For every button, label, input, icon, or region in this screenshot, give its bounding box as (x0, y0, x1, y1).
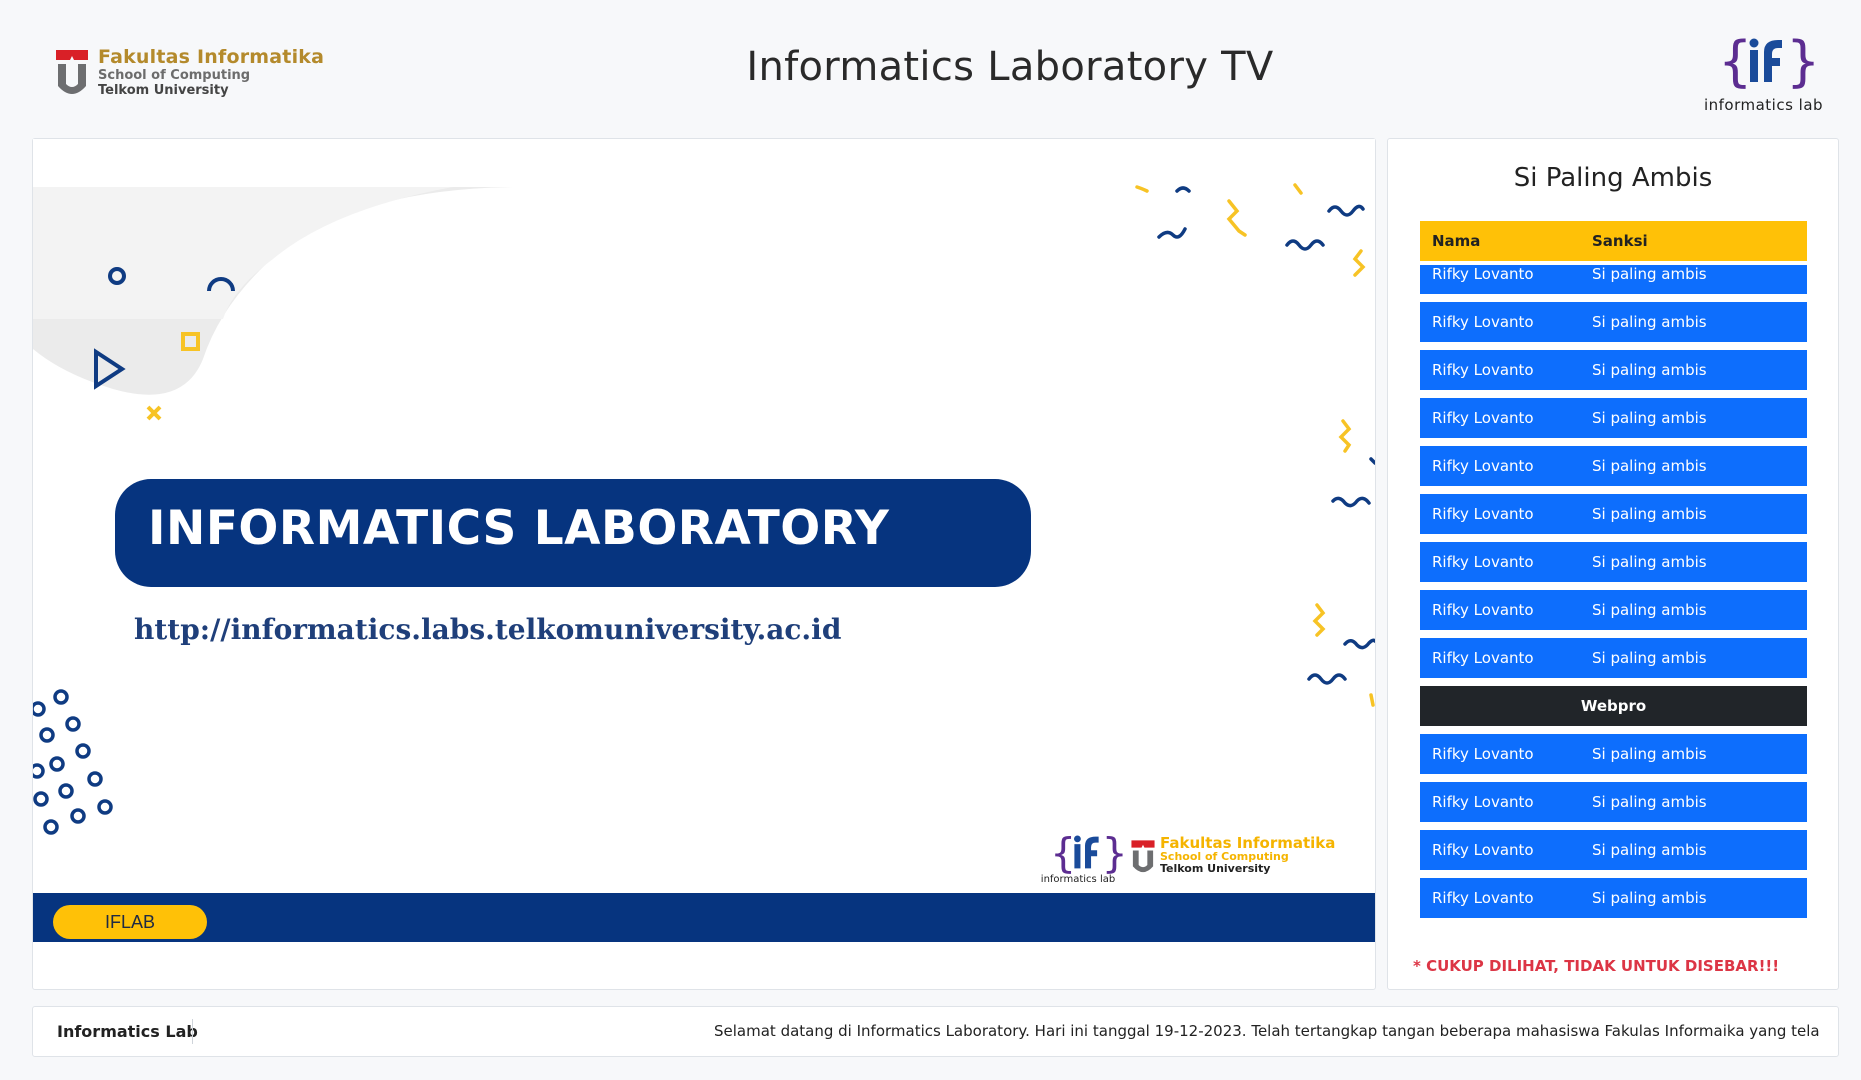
warning-text: * CUKUP DILIHAT, TIDAK UNTUK DISEBAR!!! (1413, 957, 1780, 975)
table-row: Rifky Lovanto Si paling ambis (1420, 542, 1807, 582)
cell-sanksi: Si paling ambis (1592, 601, 1707, 619)
cell-sanksi: Si paling ambis (1592, 313, 1707, 331)
page-title: Informatics Laboratory TV (746, 44, 1274, 90)
cell-nama: Rifky Lovanto (1432, 745, 1534, 763)
table-row: Rifky Lovanto Si paling ambis (1420, 782, 1807, 822)
table-row: Rifky Lovanto Si paling ambis (1420, 494, 1807, 534)
cell-nama: Rifky Lovanto (1432, 889, 1534, 907)
cell-sanksi: Si paling ambis (1592, 265, 1707, 283)
cell-sanksi: Si paling ambis (1592, 889, 1707, 907)
cell-nama: Rifky Lovanto (1432, 457, 1534, 475)
cell-sanksi: Si paling ambis (1592, 409, 1707, 427)
leaderboard-title: Si Paling Ambis (1513, 163, 1713, 193)
table-row: Rifky Lovanto Si paling ambis (1420, 302, 1807, 342)
table-row: Rifky Lovanto Si paling ambis (1420, 446, 1807, 486)
cell-nama: Rifky Lovanto (1432, 505, 1534, 523)
informatics-lab-logo: { } informatics lab (1696, 30, 1831, 120)
table-row: Rifky Lovanto Si paling ambis (1420, 638, 1807, 678)
cell-sanksi: Si paling ambis (1592, 457, 1707, 475)
cell-nama: Rifky Lovanto (1432, 361, 1534, 379)
svg-text:{: { (1718, 30, 1752, 93)
cell-sanksi: Si paling ambis (1592, 841, 1707, 859)
leaderboard-header: Nama Sanksi (1420, 221, 1807, 261)
iflab-pill: IFLAB (53, 905, 207, 939)
table-row: Rifky Lovanto Si paling ambis (1420, 350, 1807, 390)
cell-sanksi: Si paling ambis (1592, 745, 1707, 763)
cell-nama: Rifky Lovanto (1432, 265, 1534, 283)
if-logo-icon: { } (1718, 30, 1820, 93)
slide-fi-line3: Telkom University (1160, 862, 1271, 875)
slide-display: INFORMATICS LABORATORY http://informatic… (33, 139, 1375, 942)
slide-card: INFORMATICS LABORATORY http://informatic… (32, 138, 1376, 990)
news-ticker-text: Selamat datang di Informatics Laboratory… (714, 1022, 1820, 1040)
if-logo-caption: informatics lab (1703, 96, 1824, 114)
column-header-nama: Nama (1432, 232, 1481, 250)
table-row: Rifky Lovanto Si paling ambis (1420, 878, 1807, 918)
slide-telkom-logo-icon (1131, 840, 1155, 873)
cell-nama: Rifky Lovanto (1432, 793, 1534, 811)
footer-bar: Informatics Lab Selamat datang di Inform… (32, 1006, 1839, 1057)
table-row: Rifky Lovanto Si paling ambis (1420, 830, 1807, 870)
leaderboard-table-body[interactable]: Rifky Lovanto Si paling ambis Rifky Lovant… (1420, 265, 1807, 937)
cell-sanksi: Si paling ambis (1592, 361, 1707, 379)
cell-sanksi: Si paling ambis (1592, 793, 1707, 811)
svg-text:}: } (1102, 829, 1125, 877)
cell-sanksi: Si paling ambis (1592, 553, 1707, 571)
svg-text:{: { (1050, 829, 1076, 877)
cell-sanksi: Si paling ambis (1592, 505, 1707, 523)
column-header-sanksi: Sanksi (1592, 232, 1648, 250)
table-row: Rifky Lovanto Si paling ambis (1420, 265, 1807, 294)
svg-text:}: } (1786, 30, 1814, 93)
slide-bottom-bar: IFLAB (33, 893, 1375, 942)
footer-brand: Informatics Lab (57, 1022, 198, 1041)
slide-title-text: INFORMATICS LABORATORY (148, 501, 890, 556)
group-header-row: Webpro (1420, 686, 1807, 726)
cell-nama: Rifky Lovanto (1432, 553, 1534, 571)
cell-nama: Rifky Lovanto (1432, 649, 1534, 667)
slide-footer-logos: { } informatics lab Fakultas Informatika… (1033, 829, 1363, 889)
cell-nama: Rifky Lovanto (1432, 313, 1534, 331)
leaderboard-card: Si Paling Ambis Nama Sanksi Rifky Lovant… (1387, 138, 1839, 990)
group-label: Webpro (1580, 697, 1647, 715)
news-ticker: Selamat datang di Informatics Laboratory… (208, 1022, 1820, 1040)
cell-nama: Rifky Lovanto (1432, 841, 1534, 859)
slide-if-logo-icon: { } (1050, 829, 1125, 877)
cell-nama: Rifky Lovanto (1432, 601, 1534, 619)
cell-sanksi: Si paling ambis (1592, 649, 1707, 667)
slide-url: http://informatics.labs.telkomuniversity… (134, 613, 842, 646)
footer-divider (192, 1019, 193, 1044)
table-row: Rifky Lovanto Si paling ambis (1420, 590, 1807, 630)
slide-title-banner: INFORMATICS LABORATORY (115, 479, 1031, 587)
table-row: Rifky Lovanto Si paling ambis (1420, 734, 1807, 774)
table-row: Rifky Lovanto Si paling ambis (1420, 398, 1807, 438)
slide-fi-title: Fakultas Informatika (1160, 834, 1336, 852)
cell-nama: Rifky Lovanto (1432, 409, 1534, 427)
slide-if-caption: informatics lab (1040, 874, 1116, 885)
